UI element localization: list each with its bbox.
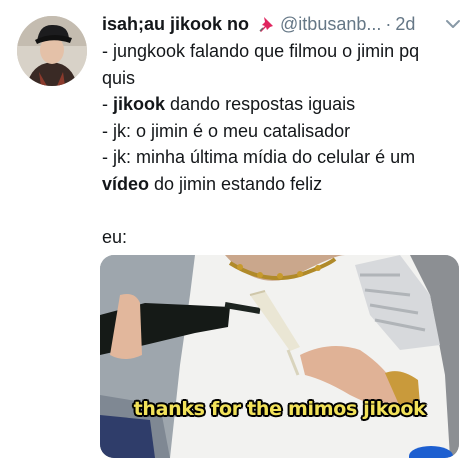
tweet-line: - jk: minha última mídia do celular é um bbox=[102, 147, 416, 167]
tweet-line: - jungkook falando que filmou o jimin pq bbox=[102, 41, 420, 61]
tweet-line: vídeo do jimin estando feliz bbox=[102, 171, 462, 198]
tweet-line: - jk: o jimin é o meu catalisador bbox=[102, 120, 351, 141]
timestamp[interactable]: 2d bbox=[395, 14, 415, 35]
tweet-header: isah;au jikook no @itbusanb... · 2d bbox=[102, 11, 464, 37]
meme-caption: thanks for the mimos jikook bbox=[133, 398, 426, 420]
tweet-text: - jungkook falando que filmou o jimin pq… bbox=[102, 38, 462, 250]
line-prefix: - bbox=[102, 94, 113, 114]
tweet-media-image[interactable]: thanks for the mimos jikook bbox=[100, 255, 459, 458]
display-name[interactable]: isah;au jikook no bbox=[102, 14, 249, 35]
separator-dot: · bbox=[385, 13, 392, 34]
avatar[interactable] bbox=[17, 16, 87, 86]
chevron-down-icon[interactable] bbox=[442, 13, 464, 35]
tweet[interactable]: isah;au jikook no @itbusanb... · 2d - ju… bbox=[0, 0, 474, 464]
bold-word: jikook bbox=[113, 94, 166, 114]
tweet-line: quis bbox=[102, 67, 136, 88]
pushpin-icon bbox=[257, 15, 275, 33]
tweet-line: eu: bbox=[102, 226, 128, 247]
line-rest: dando respostas iguais bbox=[165, 94, 356, 114]
bold-word: vídeo bbox=[102, 173, 150, 194]
line-rest: do jimin estando feliz bbox=[149, 173, 323, 194]
user-handle[interactable]: @itbusanb... bbox=[280, 14, 381, 35]
tweet-line: - jikook dando respostas iguais bbox=[102, 91, 462, 118]
